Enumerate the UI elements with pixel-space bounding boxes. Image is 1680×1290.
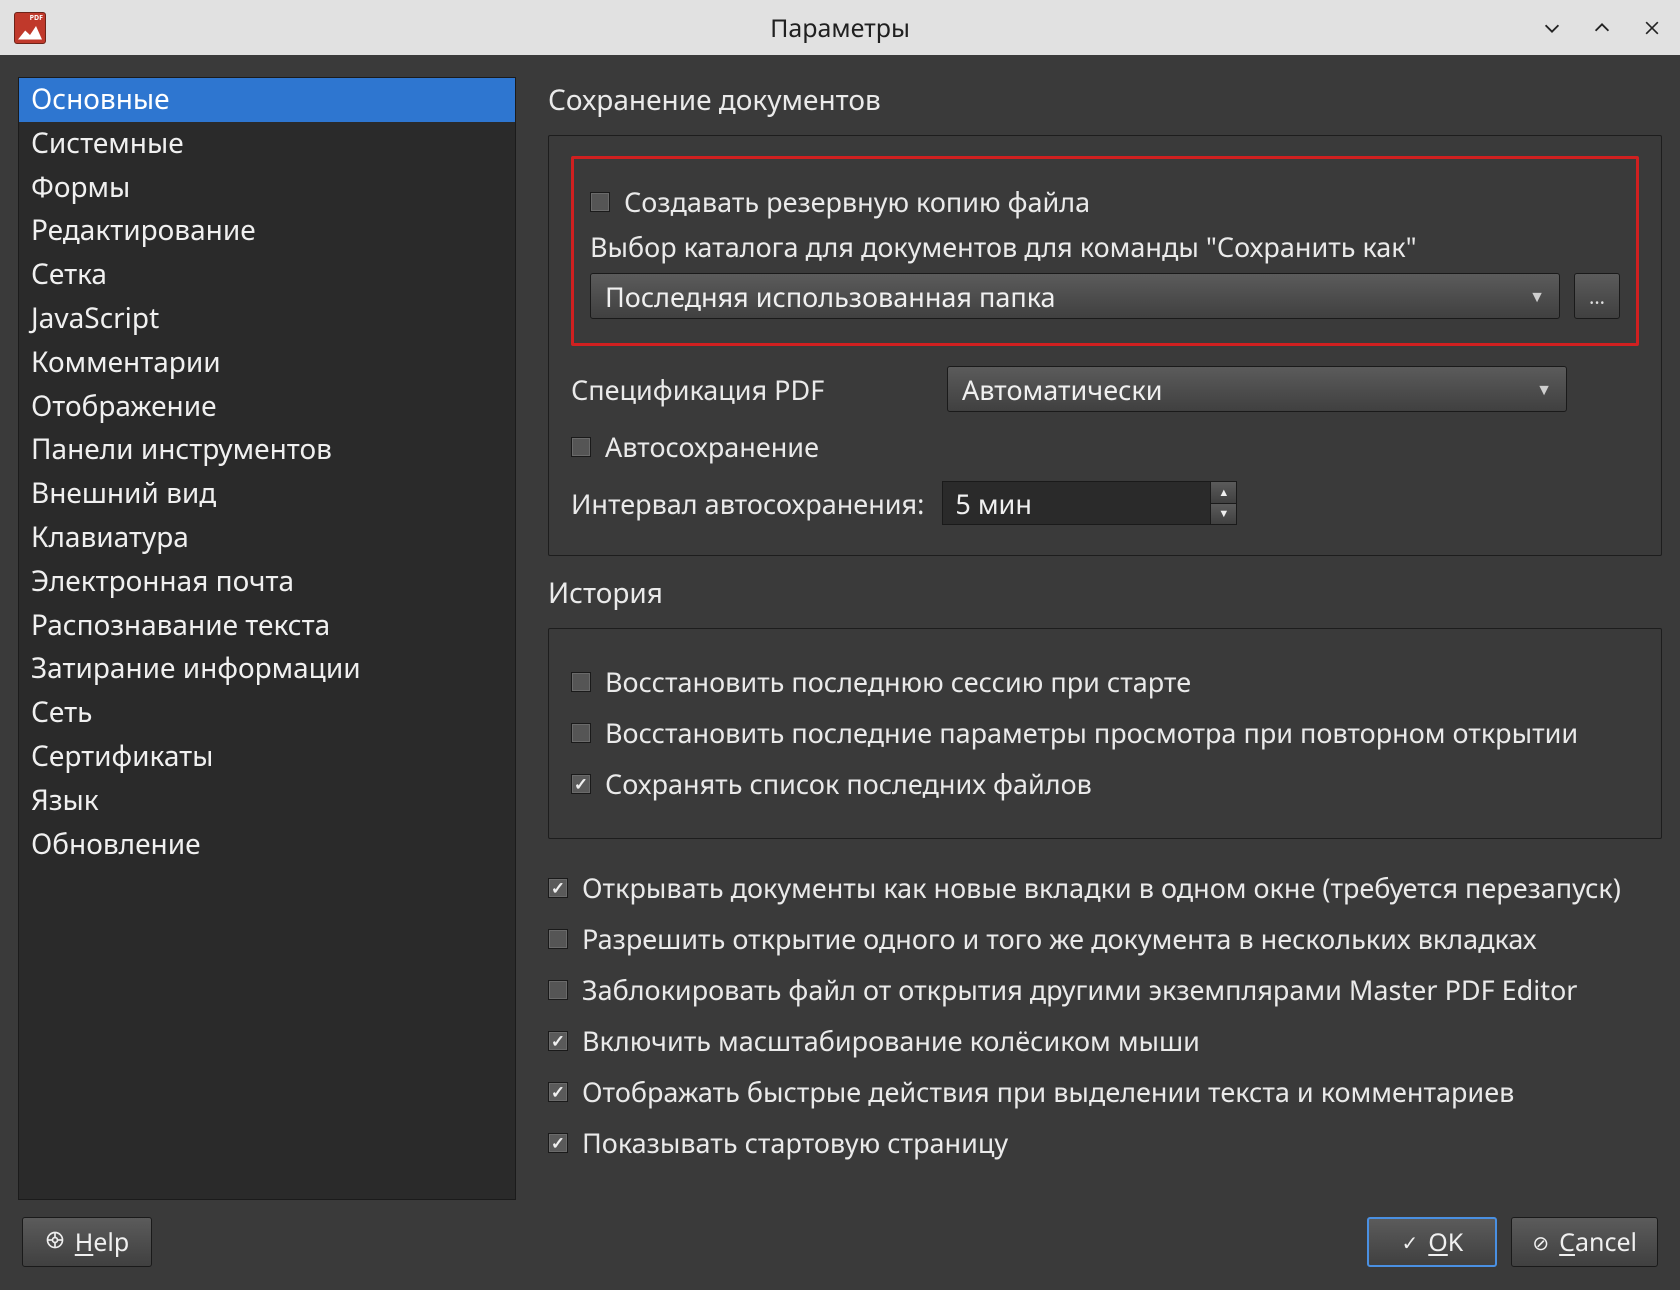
checkbox-start-page[interactable] — [548, 1133, 568, 1153]
cancel-button[interactable]: ⊘ Cancel — [1511, 1217, 1658, 1267]
combo-folder-value: Последняя использованная папка — [605, 278, 1056, 315]
sidebar-item[interactable]: Электронная почта — [19, 560, 515, 604]
label-save-recent: Сохранять список последних файлов — [605, 765, 1092, 802]
maximize-icon[interactable] — [1588, 17, 1616, 39]
section-title-save: Сохранение документов — [548, 81, 1662, 119]
spin-down-icon[interactable]: ▼ — [1211, 504, 1236, 525]
combo-pdf-spec-value: Автоматически — [962, 371, 1163, 408]
app-icon — [14, 12, 46, 44]
label-allow-multi: Разрешить открытие одного и того же доку… — [582, 920, 1537, 957]
highlight-box: Создавать резервную копию файла Выбор ка… — [571, 156, 1639, 346]
cancel-button-label: Cancel — [1559, 1225, 1637, 1259]
sidebar-item[interactable]: Язык — [19, 779, 515, 823]
label-open-tabs: Открывать документы как новые вкладки в … — [582, 869, 1621, 906]
label-start-page: Показывать стартовую страницу — [582, 1124, 1008, 1161]
sidebar-item[interactable]: Формы — [19, 166, 515, 210]
help-button-label: Help — [75, 1225, 129, 1259]
window-title: Параметры — [770, 11, 910, 45]
close-icon[interactable] — [1638, 17, 1666, 39]
checkbox-save-recent[interactable] — [571, 774, 591, 794]
label-restore-session: Восстановить последнюю сессию при старте — [605, 663, 1191, 700]
combo-pdf-spec[interactable]: Автоматически ▼ — [947, 366, 1567, 412]
checkbox-allow-multi[interactable] — [548, 929, 568, 949]
checkbox-backup[interactable] — [590, 192, 610, 212]
cancel-icon: ⊘ — [1532, 1229, 1549, 1256]
label-lock-file: Заблокировать файл от открытия другими э… — [582, 971, 1577, 1008]
checkbox-open-tabs[interactable] — [548, 878, 568, 898]
label-pdf-spec: Спецификация PDF — [571, 371, 861, 408]
sidebar-item[interactable]: Внешний вид — [19, 472, 515, 516]
sidebar-item[interactable]: Комментарии — [19, 341, 515, 385]
sidebar-item[interactable]: Сетка — [19, 253, 515, 297]
dialog-footer: Help ✓ OK ⊘ Cancel — [0, 1210, 1680, 1290]
title-bar: Параметры — [0, 0, 1680, 55]
checkbox-autosave[interactable] — [571, 437, 591, 457]
group-save: Создавать резервную копию файла Выбор ка… — [548, 135, 1662, 556]
browse-button[interactable]: ... — [1574, 273, 1620, 319]
combo-folder[interactable]: Последняя использованная папка ▼ — [590, 273, 1560, 319]
sidebar-item[interactable]: Основные — [19, 78, 515, 122]
label-wheel-zoom: Включить масштабирование колёсиком мыши — [582, 1022, 1200, 1059]
sidebar-item[interactable]: Панели инструментов — [19, 428, 515, 472]
sidebar-item[interactable]: Редактирование — [19, 209, 515, 253]
spinbox-value: 5 мин — [943, 482, 1210, 524]
sidebar-item[interactable]: Клавиатура — [19, 516, 515, 560]
label-backup: Создавать резервную копию файла — [624, 183, 1090, 220]
sidebar-item[interactable]: Обновление — [19, 823, 515, 867]
sidebar-item[interactable]: JavaScript — [19, 297, 515, 341]
label-restore-view: Восстановить последние параметры просмот… — [605, 714, 1578, 751]
checkbox-restore-session[interactable] — [571, 672, 591, 692]
checkbox-wheel-zoom[interactable] — [548, 1031, 568, 1051]
ok-button-label: OK — [1428, 1225, 1463, 1259]
sidebar-item[interactable]: Отображение — [19, 385, 515, 429]
spin-up-icon[interactable]: ▲ — [1211, 482, 1236, 504]
sidebar-item[interactable]: Сеть — [19, 691, 515, 735]
minimize-icon[interactable] — [1538, 17, 1566, 39]
sidebar-item[interactable]: Системные — [19, 122, 515, 166]
section-title-history: История — [548, 574, 1662, 612]
checkbox-quick-actions[interactable] — [548, 1082, 568, 1102]
help-icon — [45, 1229, 65, 1256]
group-history: Восстановить последнюю сессию при старте… — [548, 628, 1662, 839]
ok-button[interactable]: ✓ OK — [1367, 1217, 1497, 1267]
help-button[interactable]: Help — [22, 1217, 152, 1267]
sidebar-item[interactable]: Распознавание текста — [19, 604, 515, 648]
spinbox-autosave-interval[interactable]: 5 мин ▲ ▼ — [942, 481, 1237, 525]
label-folder: Выбор каталога для документов для команд… — [590, 228, 1417, 265]
category-list[interactable]: ОсновныеСистемныеФормыРедактированиеСетк… — [18, 77, 516, 1200]
checkbox-restore-view[interactable] — [571, 723, 591, 743]
label-autosave-interval: Интервал автосохранения: — [571, 485, 924, 522]
sidebar-item[interactable]: Затирание информации — [19, 647, 515, 691]
checkbox-lock-file[interactable] — [548, 980, 568, 1000]
chevron-down-icon: ▼ — [1536, 378, 1552, 400]
sidebar-item[interactable]: Сертификаты — [19, 735, 515, 779]
chevron-down-icon: ▼ — [1529, 285, 1545, 307]
check-icon: ✓ — [1402, 1229, 1419, 1256]
label-quick-actions: Отображать быстрые действия при выделени… — [582, 1073, 1514, 1110]
label-autosave: Автосохранение — [605, 428, 819, 465]
